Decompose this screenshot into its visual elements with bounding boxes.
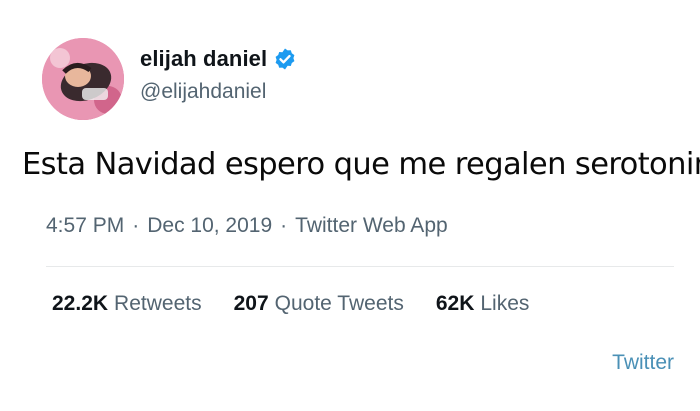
likes-label: Likes (480, 292, 530, 315)
retweets-label: Retweets (114, 292, 202, 315)
tweet-source[interactable]: Twitter Web App (295, 214, 448, 238)
retweets-stat[interactable]: 22.2K Retweets (52, 292, 202, 316)
twitter-link[interactable]: Twitter (612, 351, 674, 375)
likes-count: 62K (435, 292, 475, 315)
meta-separator: · (132, 214, 140, 237)
retweets-count: 22.2K (52, 292, 109, 315)
author-name-row: elijah daniel (140, 46, 297, 72)
quote-tweets-count: 207 (233, 292, 269, 315)
author-name[interactable]: elijah daniel (140, 46, 267, 72)
verified-badge-icon (273, 47, 297, 71)
meta-separator: · (280, 214, 288, 237)
likes-stat[interactable]: 62K Likes (436, 292, 530, 316)
quote-tweets-stat[interactable]: 207 Quote Tweets (234, 292, 404, 316)
divider (46, 266, 674, 267)
tweet-stats: 22.2K Retweets 207 Quote Tweets 62K Like… (52, 292, 529, 316)
tweet-time[interactable]: 4:57 PM (46, 214, 124, 238)
avatar[interactable] (42, 38, 124, 120)
quote-tweets-label: Quote Tweets (274, 292, 404, 315)
tweet-date[interactable]: Dec 10, 2019 (147, 214, 272, 238)
tweet-text: Esta Navidad espero que me regalen serot… (22, 147, 700, 182)
tweet-meta: 4:57 PM · Dec 10, 2019 · Twitter Web App (46, 214, 448, 238)
author-handle[interactable]: @elijahdaniel (140, 80, 266, 104)
profile-photo-icon (42, 38, 124, 120)
